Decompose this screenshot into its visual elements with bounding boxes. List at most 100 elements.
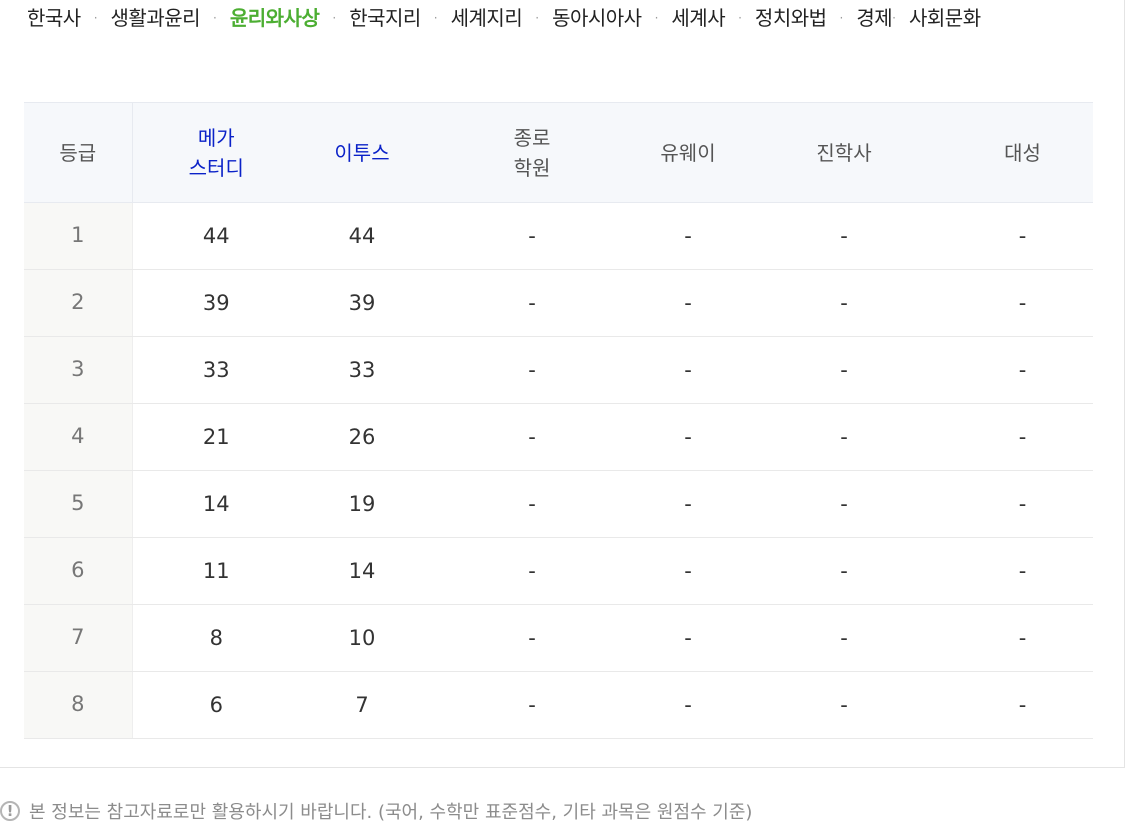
jinhak-cell: - <box>736 604 952 672</box>
uway-cell: - <box>640 336 736 404</box>
header-grade: 등급 <box>24 102 133 203</box>
uway-cell: - <box>640 537 736 605</box>
daesung-cell: - <box>952 470 1093 538</box>
etoos-cell: 33 <box>300 336 424 404</box>
grade-cell: 2 <box>24 269 133 337</box>
header-etoos[interactable]: 이투스 <box>300 102 424 203</box>
grade-cell: 7 <box>24 604 133 672</box>
table-header-row: 등급 메가 스터디 이투스 종로 학원 유웨이 진학사 대성 <box>24 102 1093 203</box>
megastudy-cell: 8 <box>132 604 300 672</box>
tab-item: · 정치와법 <box>725 4 827 32</box>
jongro-cell: - <box>424 537 640 605</box>
subject-tabs: 한국사 · 생활과윤리 · 윤리와사상 · 한국지리 · 세계지리 · 동아시아… <box>27 4 1107 32</box>
tab-separator: · <box>332 11 337 25</box>
grade-cell: 1 <box>24 202 133 270</box>
table-row: 3 33 33 - - - - <box>24 336 1093 404</box>
grade-cell: 3 <box>24 336 133 404</box>
etoos-cell: 26 <box>300 403 424 471</box>
tab-separator: · <box>535 11 540 25</box>
grade-cell: 4 <box>24 403 133 471</box>
jongro-cell: - <box>424 403 640 471</box>
daesung-cell: - <box>952 336 1093 404</box>
grade-cell: 8 <box>24 671 133 739</box>
etoos-cell: 10 <box>300 604 424 672</box>
etoos-cell: 7 <box>300 671 424 739</box>
jongro-cell: - <box>424 336 640 404</box>
uway-cell: - <box>640 604 736 672</box>
tab-separator: · <box>654 11 659 25</box>
jongro-cell: - <box>424 202 640 270</box>
uway-cell: - <box>640 671 736 739</box>
tab-korean-history[interactable]: 한국사 <box>27 4 81 32</box>
table-row: 5 14 19 - - - - <box>24 470 1093 538</box>
tab-separator: · <box>839 11 844 25</box>
table-row: 6 11 14 - - - - <box>24 537 1093 605</box>
daesung-cell: - <box>952 604 1093 672</box>
tab-world-geography[interactable]: 세계지리 <box>451 4 523 32</box>
uway-cell: - <box>640 470 736 538</box>
daesung-cell: - <box>952 269 1093 337</box>
megastudy-cell: 21 <box>132 403 300 471</box>
tab-ethics-and-thought[interactable]: 윤리와사상 <box>230 4 320 32</box>
tab-item: 한국사 <box>27 4 81 32</box>
tab-separator: · <box>213 11 217 25</box>
tab-separator: · <box>738 11 742 25</box>
tab-life-and-ethics[interactable]: 생활과윤리 <box>111 4 201 32</box>
jinhak-cell: - <box>736 269 952 337</box>
tab-separator: · <box>433 11 438 25</box>
uway-cell: - <box>640 202 736 270</box>
tab-east-asian-history[interactable]: 동아시아사 <box>552 4 642 32</box>
tab-item: · 한국지리 <box>319 4 421 32</box>
daesung-cell: - <box>952 537 1093 605</box>
disclaimer-notice: ! 본 정보는 참고자료로만 활용하시기 바랍니다. (국어, 수학만 표준점수… <box>0 796 752 826</box>
table-row: 1 44 44 - - - - <box>24 202 1093 270</box>
tab-item: · 세계사 <box>642 4 726 32</box>
table-row: 8 6 7 - - - - <box>24 671 1093 739</box>
etoos-cell: 14 <box>300 537 424 605</box>
jinhak-cell: - <box>736 336 952 404</box>
tab-item: · 윤리와사상 <box>200 4 320 32</box>
jinhak-cell: - <box>736 537 952 605</box>
grade-cell: 5 <box>24 470 133 538</box>
daesung-cell: - <box>952 671 1093 739</box>
header-daesung: 대성 <box>952 102 1093 203</box>
table-row: 7 8 10 - - - - <box>24 604 1093 672</box>
jongro-cell: - <box>424 269 640 337</box>
daesung-cell: - <box>952 202 1093 270</box>
tab-politics-and-law[interactable]: 정치와법 <box>755 4 827 32</box>
daesung-cell: - <box>952 403 1093 471</box>
header-jinhak: 진학사 <box>736 102 952 203</box>
megastudy-cell: 39 <box>132 269 300 337</box>
tab-item: · 사회문화 <box>865 4 981 32</box>
jinhak-cell: - <box>736 202 952 270</box>
megastudy-cell: 44 <box>132 202 300 270</box>
megastudy-cell: 14 <box>132 470 300 538</box>
jinhak-cell: - <box>736 470 952 538</box>
uway-cell: - <box>640 269 736 337</box>
tab-item: · 동아시아사 <box>522 4 642 32</box>
tab-separator: · <box>892 11 896 25</box>
megastudy-cell: 6 <box>132 671 300 739</box>
megastudy-cell: 33 <box>132 336 300 404</box>
jinhak-cell: - <box>736 403 952 471</box>
exclamation-circle-icon: ! <box>0 801 20 821</box>
uway-cell: - <box>640 403 736 471</box>
grade-cut-table: 등급 메가 스터디 이투스 종로 학원 유웨이 진학사 대성 1 44 44 -… <box>24 102 1093 739</box>
jinhak-cell: - <box>736 671 952 739</box>
tab-korean-geography[interactable]: 한국지리 <box>349 4 421 32</box>
tab-separator: · <box>93 11 98 25</box>
tab-society-and-culture[interactable]: 사회문화 <box>909 4 981 32</box>
jongro-cell: - <box>424 604 640 672</box>
megastudy-cell: 11 <box>132 537 300 605</box>
grade-cell: 6 <box>24 537 133 605</box>
tab-item: · 생활과윤리 <box>81 4 201 32</box>
tab-world-history[interactable]: 세계사 <box>671 4 725 32</box>
header-megastudy[interactable]: 메가 스터디 <box>132 102 300 203</box>
jongro-cell: - <box>424 470 640 538</box>
header-jongro: 종로 학원 <box>424 102 640 203</box>
etoos-cell: 19 <box>300 470 424 538</box>
table-row: 2 39 39 - - - - <box>24 269 1093 337</box>
tab-item: · 세계지리 <box>421 4 523 32</box>
jongro-cell: - <box>424 671 640 739</box>
etoos-cell: 44 <box>300 202 424 270</box>
